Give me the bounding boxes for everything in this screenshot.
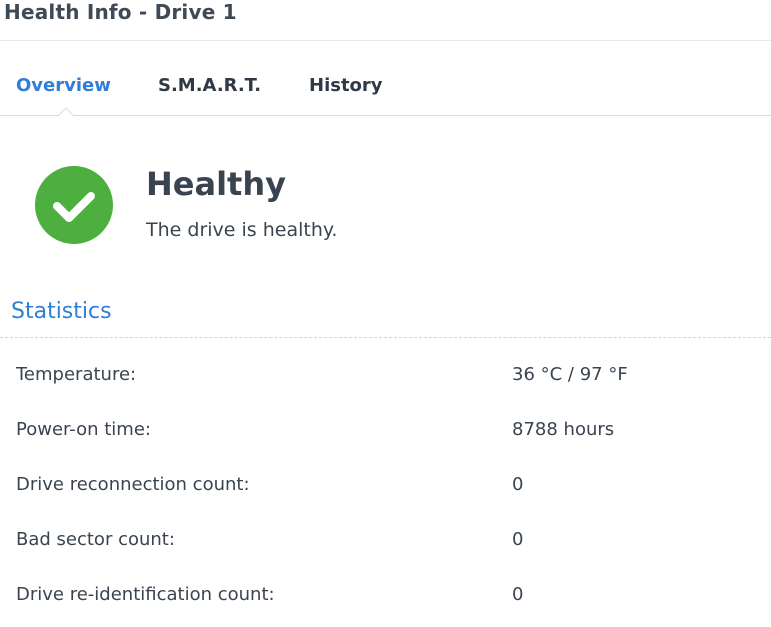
stat-value: 36 °C / 97 °F (512, 364, 628, 385)
stat-value: 0 (512, 584, 524, 605)
tab-bar: Overview S.M.A.R.T. History (0, 62, 771, 123)
stat-value: 8788 hours (512, 419, 615, 440)
statistics-heading: Statistics (11, 299, 112, 324)
stat-row-reconnection-count: Drive reconnection count: 0 (0, 460, 771, 515)
stat-value: 0 (512, 529, 524, 550)
check-circle-icon (35, 166, 113, 244)
stat-value: 0 (512, 474, 524, 495)
stat-label: Bad sector count: (16, 529, 175, 550)
health-info-window: Health Info - Drive 1 Overview S.M.A.R.T… (0, 0, 771, 627)
stat-row-reidentification-count: Drive re-identification count: 0 (0, 570, 771, 625)
window-title: Health Info - Drive 1 (4, 0, 237, 24)
stat-label: Power-on time: (16, 419, 151, 440)
stat-label: Drive re-identification count: (16, 584, 275, 605)
section-divider (0, 337, 771, 338)
stat-label: Temperature: (16, 364, 137, 385)
tab-overview[interactable]: Overview (16, 75, 111, 96)
stat-row-power-on-time: Power-on time: 8788 hours (0, 405, 771, 460)
tab-history[interactable]: History (309, 75, 383, 96)
status-description: The drive is healthy. (146, 219, 338, 241)
stat-row-bad-sector-count: Bad sector count: 0 (0, 515, 771, 570)
health-status: Healthy The drive is healthy. (34, 165, 634, 255)
statistics-list: Temperature: 36 °C / 97 °F Power-on time… (0, 350, 771, 625)
stat-row-temperature: Temperature: 36 °C / 97 °F (0, 350, 771, 405)
stat-label: Drive reconnection count: (16, 474, 250, 495)
tab-smart[interactable]: S.M.A.R.T. (158, 75, 261, 96)
status-title: Healthy (146, 165, 286, 203)
title-bar: Health Info - Drive 1 (0, 0, 771, 41)
active-tab-caret-icon (58, 107, 74, 123)
